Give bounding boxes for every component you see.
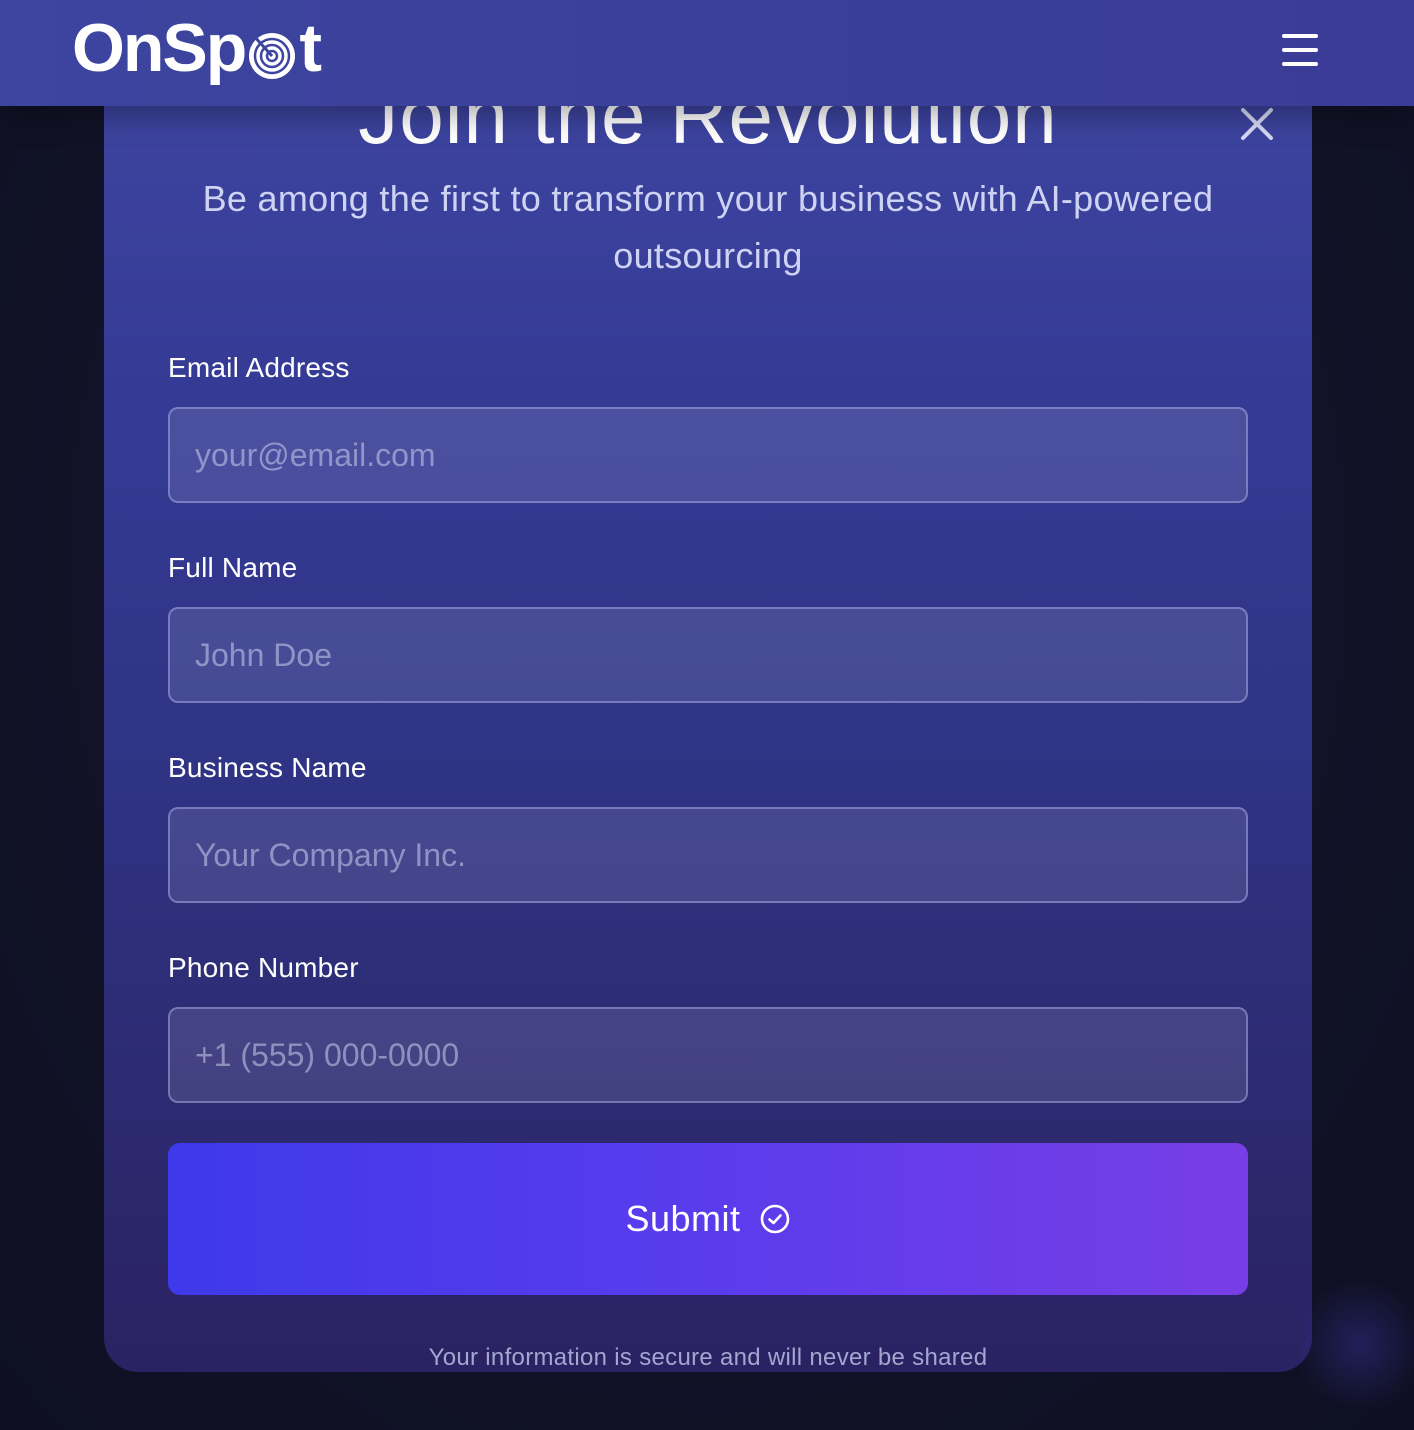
logo-text-right: t [299,10,322,86]
hamburger-menu-icon [1282,34,1318,38]
full-name-field[interactable] [168,607,1248,703]
check-circle-icon [760,1204,789,1234]
close-button[interactable] [1237,104,1277,144]
phone-number-label: Phone Number [168,952,359,983]
page: Join the Revolution Be among the first t… [0,0,1414,1430]
phone-number-field[interactable] [168,1007,1248,1103]
business-name-label: Business Name [168,752,367,783]
signup-modal: Join the Revolution Be among the first t… [104,60,1312,1372]
business-name-field[interactable] [168,807,1248,903]
privacy-note: Your information is secure and will neve… [428,1344,988,1371]
modal-subtitle: Be among the first to transform your bus… [202,178,1214,276]
target-icon [249,33,296,79]
hamburger-menu-button[interactable] [1282,34,1320,66]
hamburger-menu-icon-bar [1282,48,1318,52]
hamburger-menu-icon-bar [1282,62,1318,66]
email-field[interactable] [168,407,1248,503]
submit-label: Submit [625,1198,741,1239]
close-icon [1241,108,1273,140]
logo-text-left: OnSp [72,10,247,86]
full-name-label: Full Name [168,552,298,583]
submit-button[interactable]: Submit [168,1143,1248,1295]
onspot-logo[interactable]: OnSp t [72,8,322,88]
email-label: Email Address [168,352,350,383]
background-glow [1300,1270,1414,1420]
top-header: OnSp t [0,0,1414,106]
